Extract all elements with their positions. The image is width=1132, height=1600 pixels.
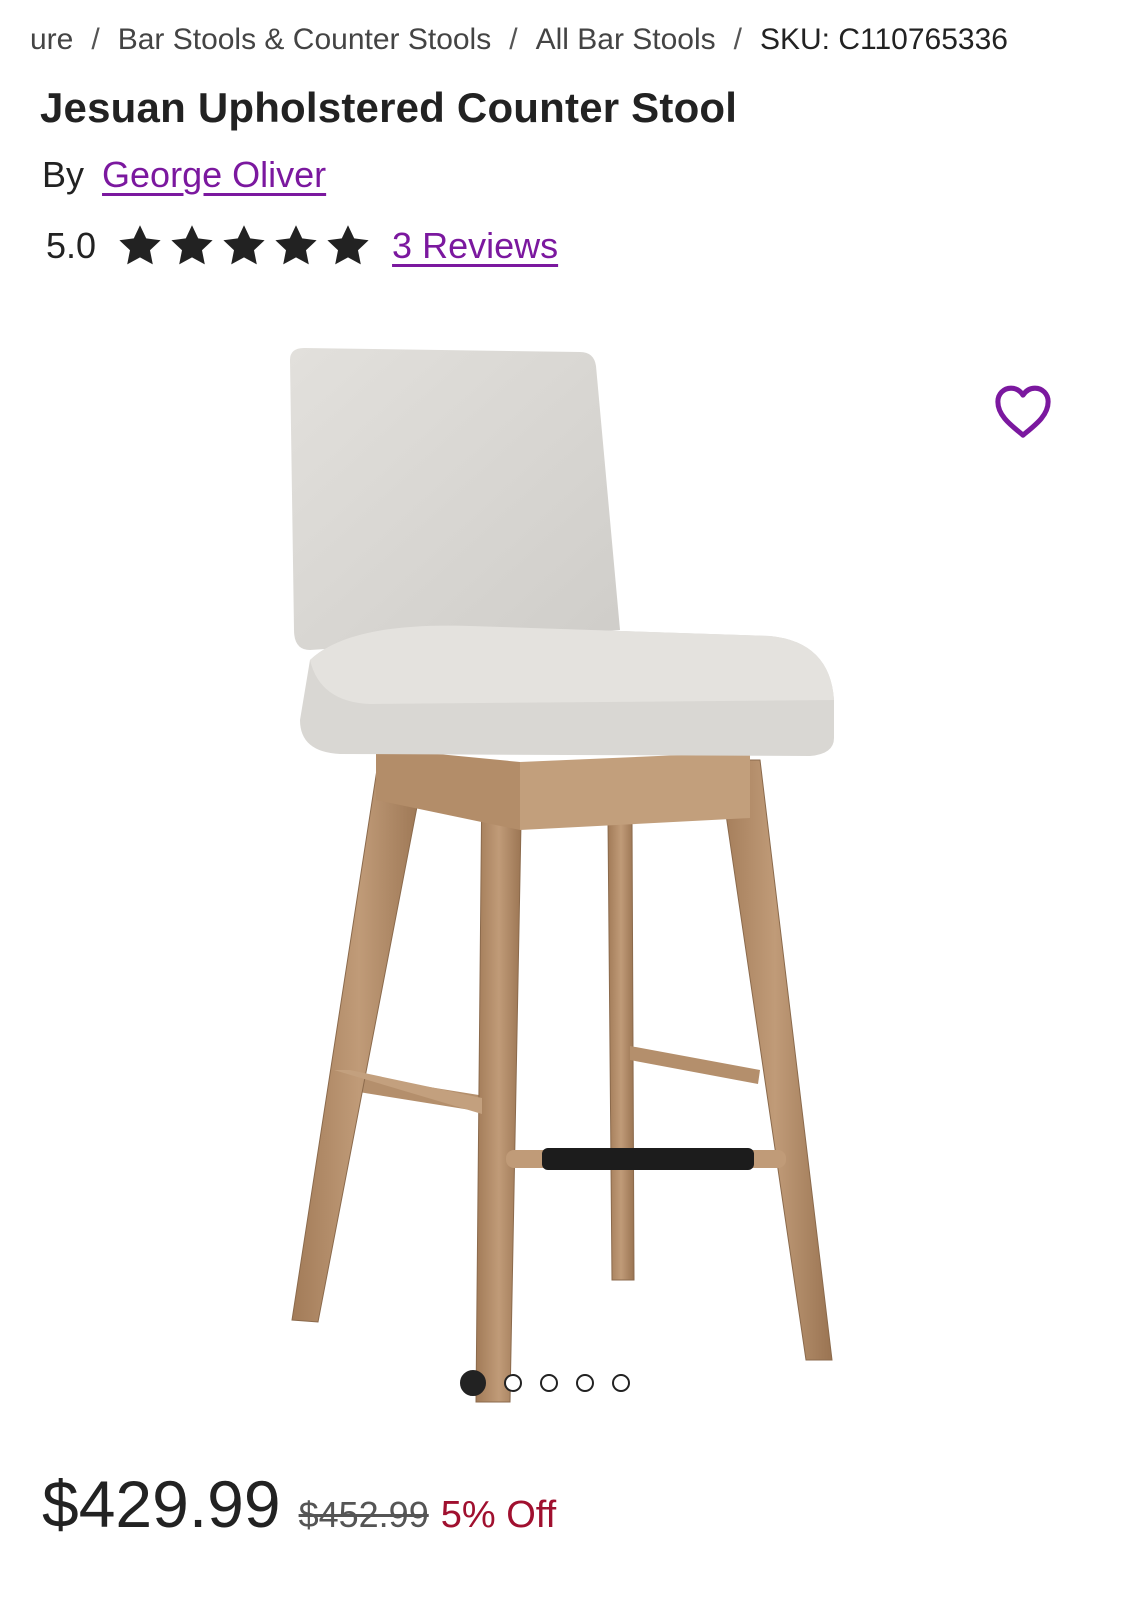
wishlist-button[interactable] <box>992 382 1054 440</box>
carousel-dots <box>460 1370 630 1396</box>
heart-outline-icon <box>995 385 1051 438</box>
rating-summary: 5.0 3 Reviews <box>46 222 558 270</box>
breadcrumb-sku: SKU: C110765336 <box>760 23 1008 56</box>
brand-link[interactable]: George Oliver <box>102 154 326 195</box>
star-icon <box>171 225 213 265</box>
star-icon <box>275 225 317 265</box>
star-icon <box>119 225 161 265</box>
rating-score: 5.0 <box>46 225 97 266</box>
breadcrumb-separator: / <box>733 23 742 56</box>
bar-stool-image <box>290 348 834 1403</box>
reviews-link[interactable]: 3 Reviews <box>392 225 558 267</box>
star-icon <box>223 225 265 265</box>
breadcrumb: ure / Bar Stools & Counter Stools / All … <box>30 18 1120 62</box>
carousel-dot-2[interactable] <box>504 1374 522 1392</box>
discount-label: 5% Off <box>440 1494 557 1536</box>
carousel-dot-1[interactable] <box>460 1370 486 1396</box>
product-title: Jesuan Upholstered Counter Stool <box>40 84 738 131</box>
by-label: By <box>42 154 85 195</box>
product-image[interactable] <box>250 330 870 1410</box>
original-price: $452.99 <box>298 1494 429 1535</box>
breadcrumb-separator: / <box>509 23 518 56</box>
product-byline: By George Oliver <box>42 154 326 196</box>
breadcrumb-item-all-bar-stools[interactable]: All Bar Stools <box>536 23 716 57</box>
price-row: $429.99 $452.99 5% Off <box>42 1466 556 1542</box>
carousel-dot-5[interactable] <box>612 1374 630 1392</box>
breadcrumb-item-bar-stools-counter-stools[interactable]: Bar Stools & Counter Stools <box>118 23 492 57</box>
breadcrumb-separator: / <box>91 23 100 56</box>
carousel-dot-3[interactable] <box>540 1374 558 1392</box>
sale-price: $429.99 <box>42 1467 281 1541</box>
carousel-dot-4[interactable] <box>576 1374 594 1392</box>
star-icon <box>327 225 369 265</box>
breadcrumb-item-furniture[interactable]: ure <box>30 23 73 57</box>
rating-stars <box>116 222 372 270</box>
